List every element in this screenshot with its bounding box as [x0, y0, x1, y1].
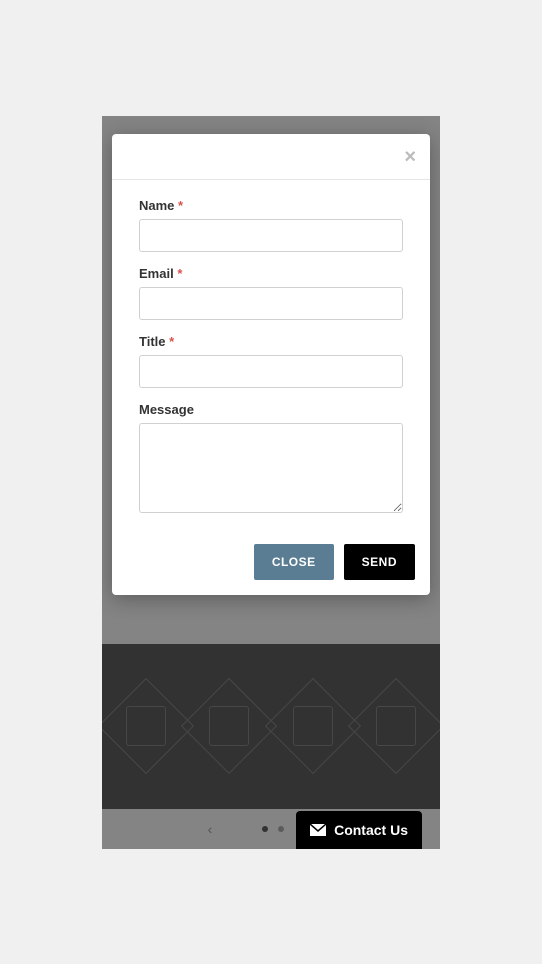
contact-us-tab[interactable]: Contact Us	[296, 811, 422, 849]
close-button[interactable]: CLOSE	[254, 544, 334, 580]
name-input[interactable]	[139, 219, 403, 252]
form-group-title: Title *	[139, 334, 403, 388]
modal-footer: CLOSE SEND	[112, 544, 430, 595]
app-viewport: even provide a review. ‹ × Name	[102, 116, 440, 849]
envelope-icon	[310, 824, 326, 836]
title-input[interactable]	[139, 355, 403, 388]
contact-modal: × Name * Email * Title *	[112, 134, 430, 595]
contact-us-label: Contact Us	[334, 822, 408, 838]
message-textarea[interactable]	[139, 423, 403, 513]
modal-body: Name * Email * Title *	[112, 180, 430, 544]
email-input[interactable]	[139, 287, 403, 320]
form-group-name: Name *	[139, 198, 403, 252]
send-button[interactable]: SEND	[344, 544, 415, 580]
required-indicator: *	[178, 198, 183, 213]
form-group-message: Message	[139, 402, 403, 518]
title-label: Title *	[139, 334, 403, 349]
form-group-email: Email *	[139, 266, 403, 320]
name-label: Name *	[139, 198, 403, 213]
required-indicator: *	[169, 334, 174, 349]
email-label: Email *	[139, 266, 403, 281]
message-label: Message	[139, 402, 403, 417]
modal-header: ×	[112, 134, 430, 180]
required-indicator: *	[177, 266, 182, 281]
close-icon[interactable]: ×	[404, 146, 416, 169]
